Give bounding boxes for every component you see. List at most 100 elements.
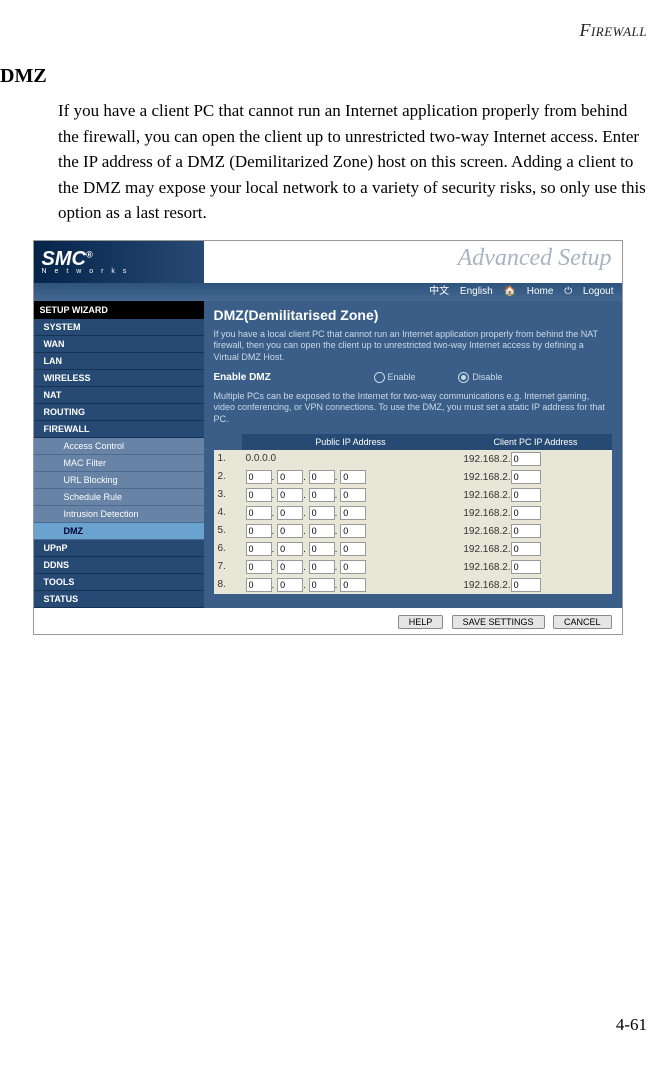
disable-radio[interactable]: Disable: [458, 372, 502, 382]
public-ip-octet[interactable]: [309, 542, 335, 556]
figure-top-bar: SMC® N e t w o r k s Advanced Setup: [34, 241, 622, 283]
public-ip-cell: . . .: [242, 576, 460, 594]
client-ip-prefix: 192.168.2.: [463, 472, 510, 483]
client-ip-cell: 192.168.2.: [459, 540, 611, 558]
sidebar-sub-access-control[interactable]: Access Control: [34, 438, 204, 455]
brand-logo: SMC® N e t w o r k s: [34, 241, 204, 283]
public-ip-octet[interactable]: [246, 506, 272, 520]
public-ip-cell: . . .: [242, 486, 460, 504]
public-ip-octet[interactable]: [246, 578, 272, 592]
public-ip-octet[interactable]: [246, 488, 272, 502]
enable-radio[interactable]: Enable: [374, 372, 416, 382]
home-link[interactable]: 🏠 Home: [504, 286, 554, 297]
sidebar-setup-wizard[interactable]: SETUP WIZARD: [34, 301, 204, 319]
sidebar-item-tools[interactable]: TOOLS: [34, 574, 204, 591]
public-ip-octet[interactable]: [277, 506, 303, 520]
enable-dmz-label: Enable DMZ: [214, 372, 271, 383]
language-bar: 中文 English 🏠 Home ⏻ Logout: [34, 283, 622, 301]
panel-desc-1: If you have a local client PC that canno…: [214, 329, 612, 364]
public-ip-octet[interactable]: [309, 524, 335, 538]
table-row: 5.. . . 192.168.2.: [214, 522, 612, 540]
sidebar-item-firewall[interactable]: FIREWALL: [34, 421, 204, 438]
sidebar-item-system[interactable]: SYSTEM: [34, 319, 204, 336]
logo-registered: ®: [86, 249, 93, 259]
client-ip-cell: 192.168.2.: [459, 486, 611, 504]
public-ip-octet[interactable]: [340, 578, 366, 592]
public-ip-octet[interactable]: [277, 578, 303, 592]
client-ip-input[interactable]: [511, 470, 541, 484]
public-ip-cell: . . .: [242, 558, 460, 576]
table-row: 1.0.0.0.0192.168.2.: [214, 450, 612, 468]
section-body-text: If you have a client PC that cannot run …: [58, 98, 647, 226]
public-ip-octet[interactable]: [309, 578, 335, 592]
logout-link[interactable]: ⏻ Logout: [564, 286, 613, 297]
public-ip-octet[interactable]: [340, 560, 366, 574]
row-number: 5.: [214, 522, 242, 540]
sidebar-nav: SETUP WIZARD SYSTEMWANLANWIRELESSNATROUT…: [34, 301, 204, 608]
table-row: 4.. . . 192.168.2.: [214, 504, 612, 522]
client-ip-input[interactable]: [511, 560, 541, 574]
sidebar-sub-mac-filter[interactable]: MAC Filter: [34, 455, 204, 472]
public-ip-octet[interactable]: [277, 560, 303, 574]
client-ip-prefix: 192.168.2.: [463, 562, 510, 573]
sidebar-item-routing[interactable]: ROUTING: [34, 404, 204, 421]
sidebar-item-upnp[interactable]: UPnP: [34, 540, 204, 557]
public-ip-octet[interactable]: [309, 488, 335, 502]
sidebar-item-status[interactable]: STATUS: [34, 591, 204, 608]
public-ip-octet[interactable]: [277, 524, 303, 538]
client-ip-cell: 192.168.2.: [459, 468, 611, 486]
table-row: 8.. . . 192.168.2.: [214, 576, 612, 594]
public-ip-octet[interactable]: [277, 542, 303, 556]
client-ip-input[interactable]: [511, 578, 541, 592]
public-ip-octet[interactable]: [340, 488, 366, 502]
public-ip-octet[interactable]: [340, 506, 366, 520]
public-ip-octet[interactable]: [246, 524, 272, 538]
public-ip-octet[interactable]: [246, 560, 272, 574]
client-ip-input[interactable]: [511, 488, 541, 502]
client-ip-prefix: 192.168.2.: [463, 580, 510, 591]
sidebar-sub-intrusion-detection[interactable]: Intrusion Detection: [34, 506, 204, 523]
sidebar-item-wan[interactable]: WAN: [34, 336, 204, 353]
client-ip-input[interactable]: [511, 524, 541, 538]
public-ip-octet[interactable]: [277, 488, 303, 502]
row-number: 8.: [214, 576, 242, 594]
lang-english[interactable]: English: [460, 286, 493, 297]
lang-chinese[interactable]: 中文: [429, 286, 449, 297]
public-ip-octet[interactable]: [340, 542, 366, 556]
sidebar-sub-url-blocking[interactable]: URL Blocking: [34, 472, 204, 489]
public-ip-octet[interactable]: [340, 524, 366, 538]
row-number: 6.: [214, 540, 242, 558]
client-ip-prefix: 192.168.2.: [463, 490, 510, 501]
row-number: 3.: [214, 486, 242, 504]
sidebar-sub-dmz[interactable]: DMZ: [34, 523, 204, 540]
sidebar-item-nat[interactable]: NAT: [34, 387, 204, 404]
row-number: 4.: [214, 504, 242, 522]
row-number: 2.: [214, 468, 242, 486]
public-ip-octet[interactable]: [246, 470, 272, 484]
dmz-table: Public IP Address Client PC IP Address 1…: [214, 434, 612, 594]
public-ip-cell: . . .: [242, 504, 460, 522]
sidebar-item-lan[interactable]: LAN: [34, 353, 204, 370]
client-ip-cell: 192.168.2.: [459, 450, 611, 468]
client-ip-input[interactable]: [511, 452, 541, 466]
public-ip-octet[interactable]: [309, 560, 335, 574]
section-title: DMZ: [0, 65, 655, 88]
client-ip-input[interactable]: [511, 542, 541, 556]
col-client-ip: Client PC IP Address: [459, 434, 611, 450]
help-button[interactable]: HELP: [398, 615, 444, 629]
sidebar-sub-schedule-rule[interactable]: Schedule Rule: [34, 489, 204, 506]
save-settings-button[interactable]: SAVE SETTINGS: [452, 615, 545, 629]
public-ip-cell: . . .: [242, 468, 460, 486]
public-ip-octet[interactable]: [309, 470, 335, 484]
public-ip-octet[interactable]: [246, 542, 272, 556]
client-ip-prefix: 192.168.2.: [463, 526, 510, 537]
cancel-button[interactable]: CANCEL: [553, 615, 612, 629]
public-ip-octet[interactable]: [309, 506, 335, 520]
public-ip-octet[interactable]: [340, 470, 366, 484]
sidebar-item-wireless[interactable]: WIRELESS: [34, 370, 204, 387]
client-ip-cell: 192.168.2.: [459, 504, 611, 522]
row-number: 1.: [214, 450, 242, 468]
client-ip-input[interactable]: [511, 506, 541, 520]
public-ip-octet[interactable]: [277, 470, 303, 484]
sidebar-item-ddns[interactable]: DDNS: [34, 557, 204, 574]
